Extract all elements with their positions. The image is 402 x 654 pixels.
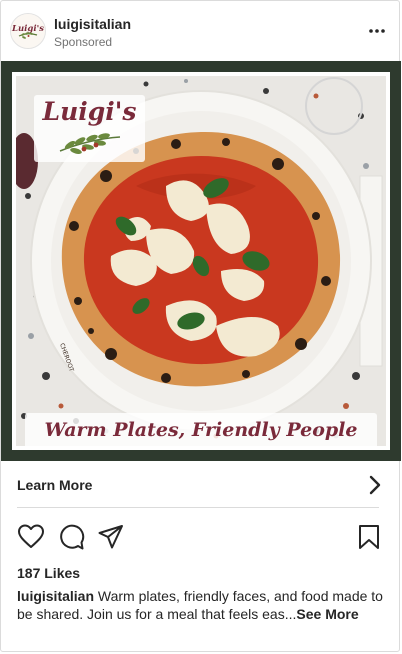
- brand-logo-text: Luigi's: [42, 97, 137, 126]
- caption-username[interactable]: luigisitalian: [17, 588, 94, 604]
- tagline-overlay: Warm Plates, Friendly People: [25, 413, 377, 446]
- username[interactable]: luigisitalian: [54, 16, 131, 32]
- photo-frame: CHEROOT Luigi's Warm Plates, Friendly Pe…: [12, 72, 390, 450]
- more-options-icon[interactable]: [367, 21, 387, 41]
- avatar[interactable]: Luigi's: [10, 13, 46, 49]
- pizza-photo: CHEROOT Luigi's Warm Plates, Friendly Pe…: [16, 76, 386, 446]
- caption: luigisitalian Warm plates, friendly face…: [17, 587, 385, 623]
- olive-branch-icon: [59, 133, 121, 154]
- comment-icon[interactable]: [57, 523, 85, 551]
- post-header: Luigi's luigisitalian Sponsored: [1, 1, 399, 61]
- divider: [17, 507, 379, 508]
- likes-count[interactable]: 187 Likes: [17, 565, 80, 581]
- learn-more-label: Learn More: [17, 477, 93, 493]
- luigis-logo-icon: Luigi's: [11, 14, 45, 48]
- sponsored-post-card: Luigi's luigisitalian Sponsored CHEROOT …: [0, 0, 401, 652]
- heart-icon[interactable]: [17, 523, 45, 551]
- sponsored-label: Sponsored: [54, 35, 113, 49]
- see-more-link[interactable]: See More: [296, 606, 358, 622]
- bookmark-icon[interactable]: [355, 523, 383, 551]
- post-image[interactable]: CHEROOT Luigi's Warm Plates, Friendly Pe…: [1, 61, 401, 461]
- share-icon[interactable]: [97, 523, 125, 551]
- brand-logo-overlay: Luigi's: [34, 95, 145, 162]
- chevron-right-icon: [369, 475, 381, 495]
- learn-more-button[interactable]: Learn More: [1, 461, 401, 509]
- tagline-text: Warm Plates, Friendly People: [44, 419, 358, 441]
